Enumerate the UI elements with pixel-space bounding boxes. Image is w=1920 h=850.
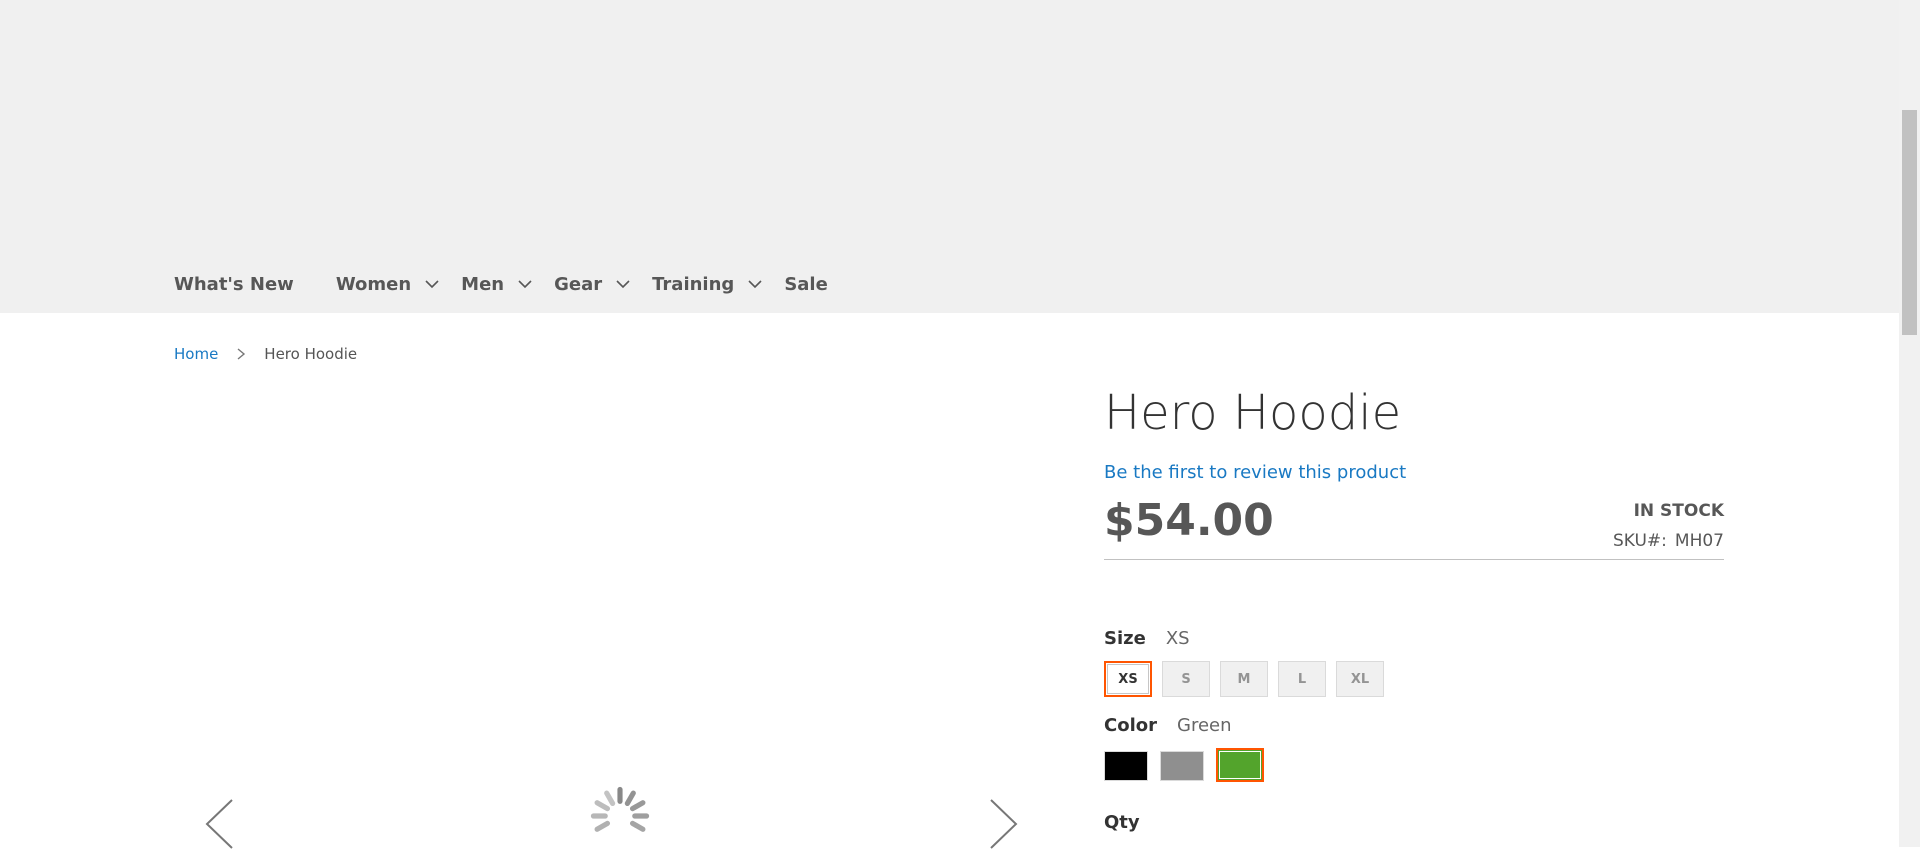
nav-item-label: Training bbox=[652, 273, 735, 295]
breadcrumb-home-link[interactable]: Home bbox=[174, 345, 218, 363]
color-swatch-gray[interactable] bbox=[1160, 751, 1204, 781]
color-swatches bbox=[1104, 748, 1724, 782]
product-info: Hero Hoodie Be the first to review this … bbox=[1104, 376, 1724, 833]
nav-item-men[interactable]: Men bbox=[461, 274, 532, 295]
product-title: Hero Hoodie bbox=[1104, 385, 1402, 441]
page-scrollbar[interactable] bbox=[1899, 0, 1920, 847]
nav-item-women[interactable]: Women bbox=[336, 274, 439, 295]
nav-item-label: What's New bbox=[174, 273, 294, 295]
chevron-down-icon bbox=[518, 280, 532, 289]
size-option: Size XS XS S M L XL bbox=[1104, 628, 1724, 697]
chevron-right-icon bbox=[237, 348, 246, 360]
nav-item-whats-new[interactable]: What's New bbox=[174, 274, 294, 295]
chevron-down-icon bbox=[425, 280, 439, 289]
product-price: $54.00 bbox=[1104, 495, 1274, 546]
color-swatch-black[interactable] bbox=[1104, 751, 1148, 781]
color-label: Color bbox=[1104, 715, 1157, 736]
size-swatch-l[interactable]: L bbox=[1278, 661, 1326, 697]
color-selected-value: Green bbox=[1177, 715, 1232, 736]
chevron-right-icon[interactable] bbox=[989, 798, 1019, 850]
nav-item-label: Men bbox=[461, 273, 505, 295]
nav-item-label: Gear bbox=[554, 273, 603, 295]
nav-item-training[interactable]: Training bbox=[652, 274, 762, 295]
size-swatch-xs[interactable]: XS bbox=[1104, 661, 1152, 697]
review-link[interactable]: Be the first to review this product bbox=[1104, 462, 1406, 483]
nav-item-sale[interactable]: Sale bbox=[784, 274, 828, 295]
color-swatch-green[interactable] bbox=[1216, 748, 1264, 782]
nav-item-label: Women bbox=[335, 273, 412, 295]
breadcrumb: Home Hero Hoodie bbox=[174, 345, 357, 363]
color-option: Color Green bbox=[1104, 715, 1724, 782]
price-box: $54.00 IN STOCK SKU#: MH07 bbox=[1104, 495, 1724, 560]
main-navigation: What's New Women Men Gear Training Sale bbox=[174, 266, 870, 302]
size-label: Size bbox=[1104, 628, 1146, 649]
product-gallery bbox=[174, 380, 1034, 850]
page-header: What's New Women Men Gear Training Sale bbox=[0, 0, 1899, 313]
sku-value: MH07 bbox=[1674, 531, 1724, 551]
nav-item-gear[interactable]: Gear bbox=[554, 274, 630, 295]
nav-item-label: Sale bbox=[784, 273, 828, 295]
chevron-down-icon bbox=[616, 280, 630, 289]
size-swatch-s[interactable]: S bbox=[1162, 661, 1210, 697]
size-swatch-m[interactable]: M bbox=[1220, 661, 1268, 697]
stock-status: IN STOCK bbox=[1633, 501, 1724, 521]
size-selected-value: XS bbox=[1165, 628, 1190, 649]
size-swatch-xl[interactable]: XL bbox=[1336, 661, 1384, 697]
chevron-down-icon bbox=[748, 280, 762, 289]
chevron-left-icon[interactable] bbox=[204, 798, 234, 850]
size-swatches: XS S M L XL bbox=[1104, 661, 1724, 697]
loading-spinner-icon bbox=[590, 786, 650, 832]
sku-label: SKU#: bbox=[1613, 531, 1667, 551]
scrollbar-thumb[interactable] bbox=[1902, 110, 1917, 335]
product-sku: SKU#: MH07 bbox=[1613, 531, 1724, 551]
breadcrumb-current: Hero Hoodie bbox=[264, 345, 358, 363]
qty-label: Qty bbox=[1104, 812, 1140, 833]
